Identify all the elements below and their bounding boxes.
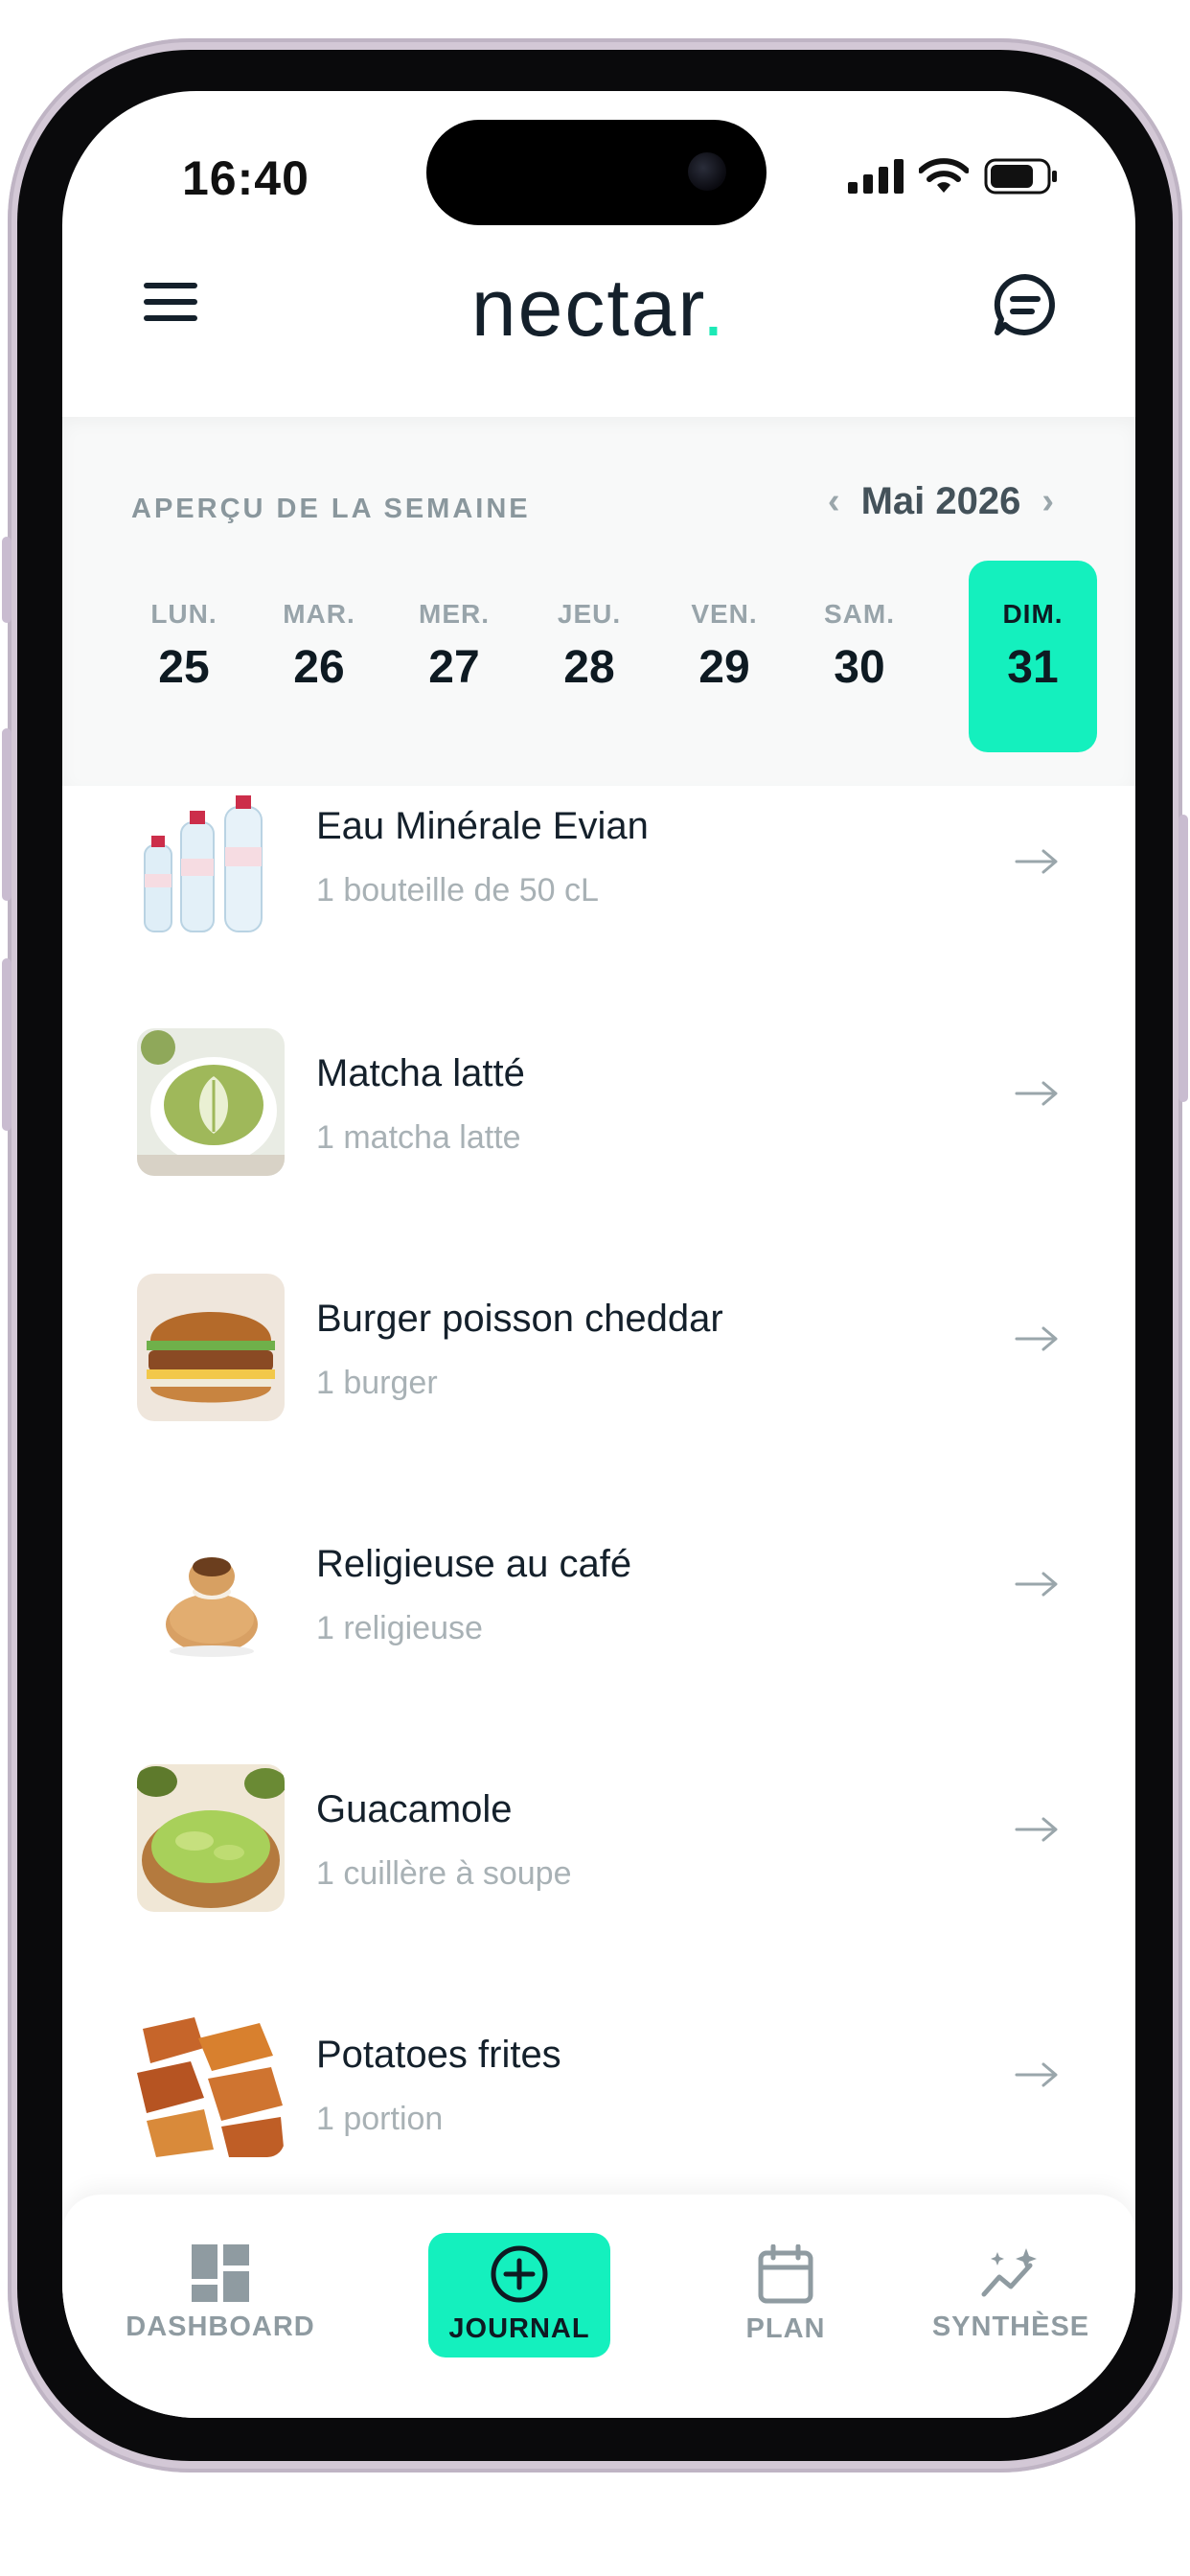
food-name: Guacamole — [316, 1788, 513, 1830]
day-sun-selected[interactable]: DIM. 31 — [969, 561, 1097, 752]
plus-circle-icon — [491, 2245, 548, 2303]
day-fri[interactable]: VEN. 29 — [660, 561, 789, 752]
water-bottles-image — [137, 795, 285, 943]
guacamole-image — [137, 1764, 285, 1912]
chevron-right-icon[interactable]: › — [1041, 481, 1054, 522]
app-header: nectar. — [62, 244, 1135, 369]
day-number: 31 — [1007, 642, 1059, 693]
calendar-icon — [758, 2244, 813, 2304]
nav-label: JOURNAL — [448, 2313, 590, 2344]
week-overview: APERÇU DE LA SEMAINE ‹ Mai 2026 › LUN. 2… — [62, 417, 1135, 786]
month-navigator: ‹ Mai 2026 › — [828, 480, 1054, 523]
food-name: Matcha latté — [316, 1052, 525, 1094]
day-selector: LUN. 25 MAR. 26 MER. 27 JEU. 28 VEN. 29 … — [120, 561, 1097, 752]
dynamic-island — [426, 120, 767, 225]
arrow-right-icon[interactable] — [1015, 1570, 1059, 1598]
food-quantity: 1 matcha latte — [316, 1119, 521, 1156]
day-number: 30 — [834, 642, 885, 693]
day-name: JEU. — [557, 599, 622, 629]
day-name: LUN. — [150, 599, 217, 629]
dashboard-icon — [192, 2244, 249, 2302]
battery-icon — [984, 158, 1057, 195]
signal-icon — [848, 159, 904, 194]
status-icons — [848, 158, 1059, 195]
food-quantity: 1 religieuse — [316, 1610, 483, 1646]
burger-image — [137, 1274, 285, 1421]
arrow-right-icon[interactable] — [1015, 847, 1059, 876]
phone-button-power — [1179, 815, 1188, 1102]
nav-label: SYNTHÈSE — [931, 2312, 1090, 2342]
camera-icon — [688, 152, 726, 191]
day-name: DIM. — [1002, 599, 1064, 629]
food-quantity: 1 burger — [316, 1365, 438, 1401]
phone-button-volume-up — [2, 728, 11, 901]
food-item[interactable]: Religieuse au café 1 religieuse — [62, 1466, 1135, 1712]
arrow-right-icon[interactable] — [1015, 2060, 1059, 2089]
day-sat[interactable]: SAM. 30 — [795, 561, 924, 752]
day-mon[interactable]: LUN. 25 — [120, 561, 248, 752]
matcha-latte-image — [137, 1028, 285, 1176]
bottom-navigation: DASHBOARD JOURNAL PLAN SYNTHÈSE — [62, 2195, 1135, 2418]
food-quantity: 1 cuillère à soupe — [316, 1855, 572, 1892]
arrow-right-icon[interactable] — [1015, 1324, 1059, 1353]
day-number: 27 — [428, 642, 480, 693]
food-quantity: 1 portion — [316, 2101, 444, 2137]
phone-button-mute — [2, 537, 11, 623]
chevron-left-icon[interactable]: ‹ — [828, 481, 840, 522]
day-wed[interactable]: MER. 27 — [390, 561, 518, 752]
day-tue[interactable]: MAR. 26 — [255, 561, 383, 752]
nav-dashboard[interactable]: DASHBOARD — [120, 2233, 321, 2358]
nav-plan[interactable]: PLAN — [714, 2233, 858, 2358]
month-label: Mai 2026 — [860, 480, 1021, 522]
nav-label: PLAN — [745, 2313, 826, 2344]
arrow-right-icon[interactable] — [1015, 1815, 1059, 1844]
food-name: Religieuse au café — [316, 1543, 632, 1585]
day-number: 26 — [293, 642, 345, 693]
food-item[interactable]: Guacamole 1 cuillère à soupe — [62, 1712, 1135, 1957]
nav-label: DASHBOARD — [126, 2312, 315, 2342]
food-name: Potatoes frites — [316, 2034, 561, 2076]
food-item[interactable]: Matcha latté 1 matcha latte — [62, 976, 1135, 1221]
nav-synthese[interactable]: SYNTHÈSE — [925, 2233, 1097, 2358]
chart-sparkle-icon — [981, 2248, 1037, 2297]
status-time: 16:40 — [182, 151, 309, 205]
food-name: Burger poisson cheddar — [316, 1298, 723, 1340]
food-name: Eau Minérale Evian — [316, 805, 649, 847]
day-number: 29 — [698, 642, 750, 693]
chat-icon[interactable] — [992, 271, 1059, 338]
day-number: 25 — [158, 642, 210, 693]
day-name: MER. — [419, 599, 490, 629]
phone-button-volume-down — [2, 958, 11, 1131]
day-number: 28 — [563, 642, 615, 693]
day-name: MAR. — [283, 599, 355, 629]
food-item[interactable]: Burger poisson cheddar 1 burger — [62, 1221, 1135, 1466]
arrow-right-icon[interactable] — [1015, 1079, 1059, 1108]
wifi-icon — [919, 158, 969, 193]
nav-journal[interactable]: JOURNAL — [428, 2233, 610, 2358]
logo-dot: . — [701, 263, 727, 353]
day-thu[interactable]: JEU. 28 — [525, 561, 653, 752]
day-name: VEN. — [691, 599, 758, 629]
logo-text: nectar — [470, 263, 702, 353]
food-item[interactable]: Potatoes frites 1 portion — [62, 1957, 1135, 2202]
day-name: SAM. — [824, 599, 895, 629]
religieuse-image — [137, 1519, 285, 1667]
food-quantity: 1 bouteille de 50 cL — [316, 872, 599, 908]
app-screen: 16:40 nectar. APERÇU DE LA SEMAINE ‹ Mai… — [62, 91, 1135, 2418]
potatoes-image — [137, 2010, 285, 2157]
week-title: APERÇU DE LA SEMAINE — [131, 494, 531, 524]
app-logo: nectar. — [62, 262, 1135, 355]
